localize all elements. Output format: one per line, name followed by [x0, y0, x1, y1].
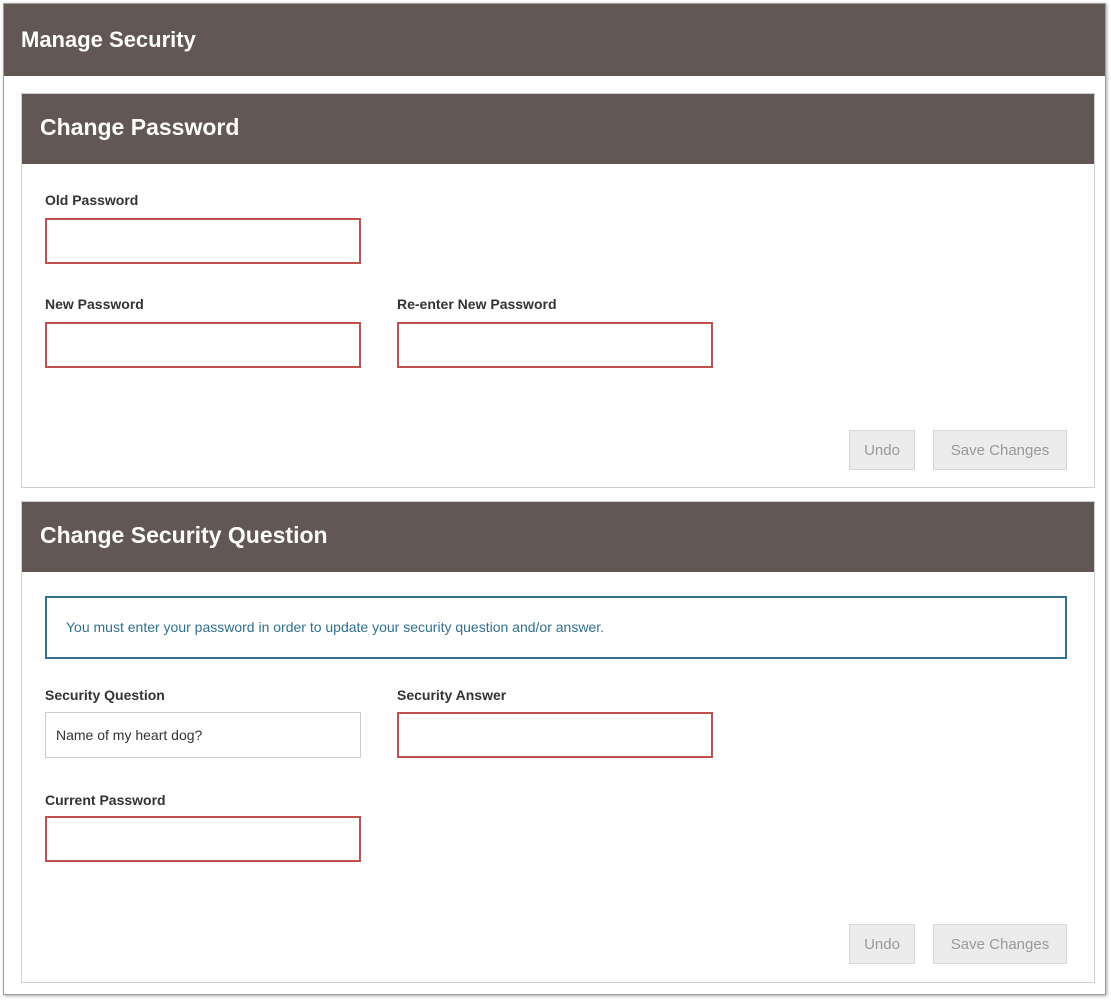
new-password-label: New Password	[45, 296, 144, 312]
security-question-field[interactable]	[45, 712, 361, 758]
reenter-password-label: Re-enter New Password	[397, 296, 557, 312]
reenter-password-field[interactable]	[397, 322, 713, 368]
save-changes-button[interactable]: Save Changes	[933, 924, 1067, 964]
security-question-label: Security Question	[45, 687, 165, 703]
manage-security-window: Manage Security Change Password Old Pass…	[3, 3, 1106, 995]
current-password-label: Current Password	[45, 792, 166, 808]
undo-button[interactable]: Undo	[849, 430, 915, 470]
security-answer-label: Security Answer	[397, 687, 507, 703]
change-password-panel: Change Password Old Password New Passwor…	[21, 93, 1095, 488]
password-required-notice: You must enter your password in order to…	[45, 596, 1067, 659]
new-password-field[interactable]	[45, 322, 361, 368]
save-changes-button[interactable]: Save Changes	[933, 430, 1067, 470]
current-password-field[interactable]	[45, 816, 361, 862]
old-password-field[interactable]	[45, 218, 361, 264]
change-security-question-panel: Change Security Question You must enter …	[21, 501, 1095, 983]
security-answer-field[interactable]	[397, 712, 713, 758]
page-title: Manage Security	[4, 4, 1105, 76]
old-password-label: Old Password	[45, 192, 139, 208]
undo-button[interactable]: Undo	[849, 924, 915, 964]
change-security-question-title: Change Security Question	[22, 502, 1094, 572]
change-password-title: Change Password	[22, 94, 1094, 164]
